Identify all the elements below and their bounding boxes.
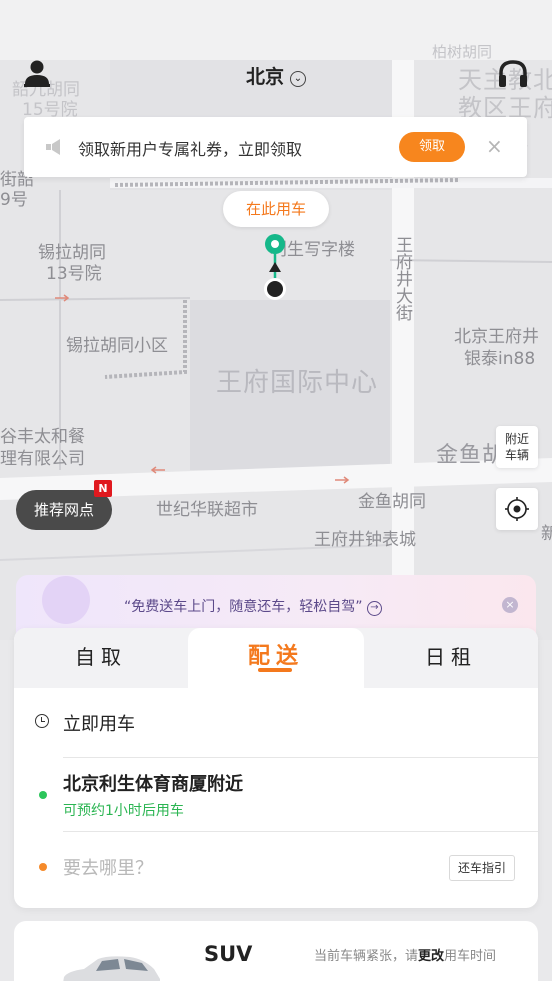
map-label: 锡拉胡同 bbox=[38, 243, 106, 263]
map-label: 北京王府井 bbox=[454, 327, 539, 347]
return-guide-button[interactable]: 还车指引 bbox=[449, 855, 515, 881]
map-label: 世纪华联超市 bbox=[156, 500, 258, 520]
chevron-down-icon: ⌄ bbox=[290, 71, 306, 87]
pickup-dot-icon bbox=[39, 791, 47, 799]
availability-note: 当前车辆紧张，请更改用车时间 bbox=[314, 945, 496, 964]
map-label: 9号 bbox=[0, 190, 28, 210]
map-label: 王府井大街 bbox=[392, 236, 412, 321]
claim-coupon-button[interactable]: 领取 bbox=[399, 132, 465, 162]
promo-decoration bbox=[42, 576, 90, 624]
map-label: 教区王府 bbox=[458, 94, 552, 122]
speaker-icon bbox=[46, 139, 60, 155]
car-card[interactable]: SUV 当前车辆紧张，请更改用车时间 bbox=[14, 921, 538, 981]
map-label: 13号院 bbox=[46, 264, 102, 284]
time-label: 立即用车 bbox=[63, 714, 135, 735]
arrow-right-icon: → bbox=[366, 601, 382, 616]
clock-icon bbox=[35, 714, 49, 728]
pin-label[interactable]: 在此用车 bbox=[223, 191, 329, 227]
promo-text: “免费送车上门，随意还车，轻松自驾” → bbox=[124, 596, 382, 616]
pickup-availability: 可预约1小时后用车 bbox=[63, 803, 184, 819]
pickup-row[interactable]: 北京利生体育商厦附近 可预约1小时后用车 bbox=[14, 764, 538, 830]
map-label: 谷丰太和餐 bbox=[0, 427, 85, 447]
city-name: 北京 bbox=[245, 66, 284, 88]
divider bbox=[63, 757, 538, 758]
promo-slogan: “免费送车上门，随意还车，轻松自驾” bbox=[124, 599, 363, 615]
map-label: 理有限公司 bbox=[0, 449, 85, 469]
headset-icon[interactable] bbox=[496, 58, 530, 92]
divider bbox=[63, 831, 538, 832]
nearby-cars-label: 附近车辆 bbox=[504, 432, 529, 462]
booking-panel: 自取 配送 日租 立即用车 北京利生体育商厦附近 可预约1小时后用车 要去哪里？… bbox=[14, 628, 538, 908]
map-label: 银泰in88 bbox=[464, 349, 536, 369]
pickup-location: 北京利生体育商厦附近 bbox=[63, 774, 243, 795]
destination-dot-icon bbox=[39, 863, 47, 871]
note-suffix: 用车时间 bbox=[444, 949, 497, 964]
tab-delivery-label: 配送 bbox=[247, 644, 304, 669]
map-label: 金鱼胡同 bbox=[358, 492, 426, 512]
change-time-link[interactable]: 更改 bbox=[418, 949, 444, 964]
car-image bbox=[63, 956, 160, 981]
destination-input[interactable]: 要去哪里？ bbox=[63, 854, 153, 880]
map-label: 王府国际中心 bbox=[216, 368, 379, 398]
location-pin-icon bbox=[264, 234, 286, 300]
new-badge: N bbox=[94, 480, 112, 497]
mode-tabs: 自取 配送 日租 bbox=[14, 628, 538, 688]
close-icon[interactable]: × bbox=[502, 597, 518, 613]
locate-icon bbox=[505, 497, 529, 521]
coupon-text: 领取新用户专属礼券，立即领取 bbox=[78, 140, 303, 159]
map-label: 王府井钟表城 bbox=[314, 530, 416, 550]
active-tab-indicator bbox=[258, 668, 292, 672]
nearby-cars-button[interactable]: 附近车辆 bbox=[496, 426, 538, 468]
map-label: 新 bbox=[541, 524, 552, 544]
map-label: 锡拉胡同小区 bbox=[66, 336, 168, 356]
coupon-banner[interactable]: 领取新用户专属礼券，立即领取 领取 × bbox=[24, 117, 527, 177]
top-bar: 北京 ⌄ bbox=[0, 50, 552, 100]
close-icon[interactable]: × bbox=[486, 134, 503, 158]
destination-row[interactable]: 要去哪里？ 还车指引 bbox=[14, 843, 538, 893]
time-row[interactable]: 立即用车 bbox=[14, 698, 538, 756]
map-label: 金鱼胡 bbox=[436, 443, 506, 468]
car-type: SUV bbox=[204, 942, 253, 966]
city-selector[interactable]: 北京 ⌄ bbox=[0, 62, 552, 89]
locate-button[interactable] bbox=[496, 488, 538, 530]
note-prefix: 当前车辆紧张，请 bbox=[314, 949, 419, 964]
tab-self-pickup[interactable]: 自取 bbox=[14, 628, 188, 688]
tab-daily-rental[interactable]: 日租 bbox=[364, 628, 538, 688]
tab-delivery[interactable]: 配送 bbox=[188, 628, 364, 688]
